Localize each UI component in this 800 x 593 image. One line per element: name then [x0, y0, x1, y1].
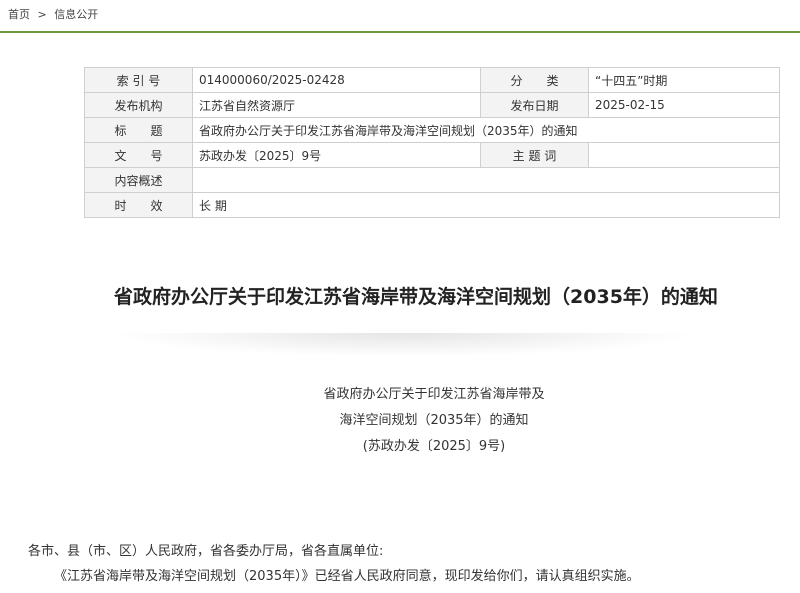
date-label: 发布日期	[480, 92, 589, 118]
metadata-table: 索 引 号 014000060/2025-02428 分 类 “十四五”时期 发…	[84, 67, 780, 218]
issuer-label: 发布机构	[84, 92, 193, 118]
validity-value: 长 期	[192, 192, 780, 218]
table-row: 索 引 号 014000060/2025-02428 分 类 “十四五”时期	[84, 67, 780, 93]
validity-label: 时 效	[84, 192, 193, 218]
header-divider	[0, 31, 800, 33]
table-row: 文 号 苏政办发〔2025〕9号 主 题 词	[84, 142, 780, 168]
category-value: “十四五”时期	[588, 67, 780, 93]
table-row: 标 题 省政府办公厅关于印发江苏省海岸带及海洋空间规划（2035年）的通知	[84, 117, 780, 143]
docno-label: 文 号	[84, 142, 193, 168]
article-body: 各市、县（市、区）人民政府，省各委办厅局，省各直属单位: 《江苏省海岸带及海洋空…	[28, 539, 788, 589]
document-heading: 省政府办公厅关于印发江苏省海岸带及 海洋空间规划（2035年）的通知 (苏政办发…	[0, 382, 800, 460]
breadcrumb-current-link[interactable]: 信息公开	[54, 8, 98, 21]
docno-value: 苏政办发〔2025〕9号	[192, 142, 481, 168]
document-number-line: (苏政办发〔2025〕9号)	[362, 439, 506, 454]
breadcrumb-separator: >	[37, 8, 47, 21]
table-row: 时 效 长 期	[84, 192, 780, 218]
document-heading-line-1: 省政府办公厅关于印发江苏省海岸带及	[323, 387, 545, 402]
keyword-label: 主 题 词	[480, 142, 589, 168]
title-value: 省政府办公厅关于印发江苏省海岸带及海洋空间规划（2035年）的通知	[192, 117, 780, 143]
document-heading-line-2: 海洋空间规划（2035年）的通知	[339, 413, 529, 428]
title-label: 标 题	[84, 117, 193, 143]
salutation: 各市、县（市、区）人民政府，省各委办厅局，省各直属单位:	[28, 544, 384, 559]
title-shadow-divider	[110, 333, 700, 357]
breadcrumb-home-link[interactable]: 首页	[8, 8, 30, 21]
table-row: 内容概述	[84, 167, 780, 193]
issuer-value: 江苏省自然资源厅	[192, 92, 481, 118]
category-label: 分 类	[480, 67, 589, 93]
date-value: 2025-02-15	[588, 92, 780, 118]
summary-value	[192, 167, 780, 193]
index-label: 索 引 号	[84, 67, 193, 93]
summary-label: 内容概述	[84, 167, 193, 193]
breadcrumb: 首页 > 信息公开	[8, 6, 98, 22]
index-value: 014000060/2025-02428	[192, 67, 481, 93]
keyword-value	[588, 142, 780, 168]
table-row: 发布机构 江苏省自然资源厅 发布日期 2025-02-15	[84, 92, 780, 118]
body-paragraph: 《江苏省海岸带及海洋空间规划（2035年）》已经省人民政府同意，现印发给你们，请…	[54, 569, 640, 584]
page-title: 省政府办公厅关于印发江苏省海岸带及海洋空间规划（2035年）的通知	[114, 286, 718, 308]
